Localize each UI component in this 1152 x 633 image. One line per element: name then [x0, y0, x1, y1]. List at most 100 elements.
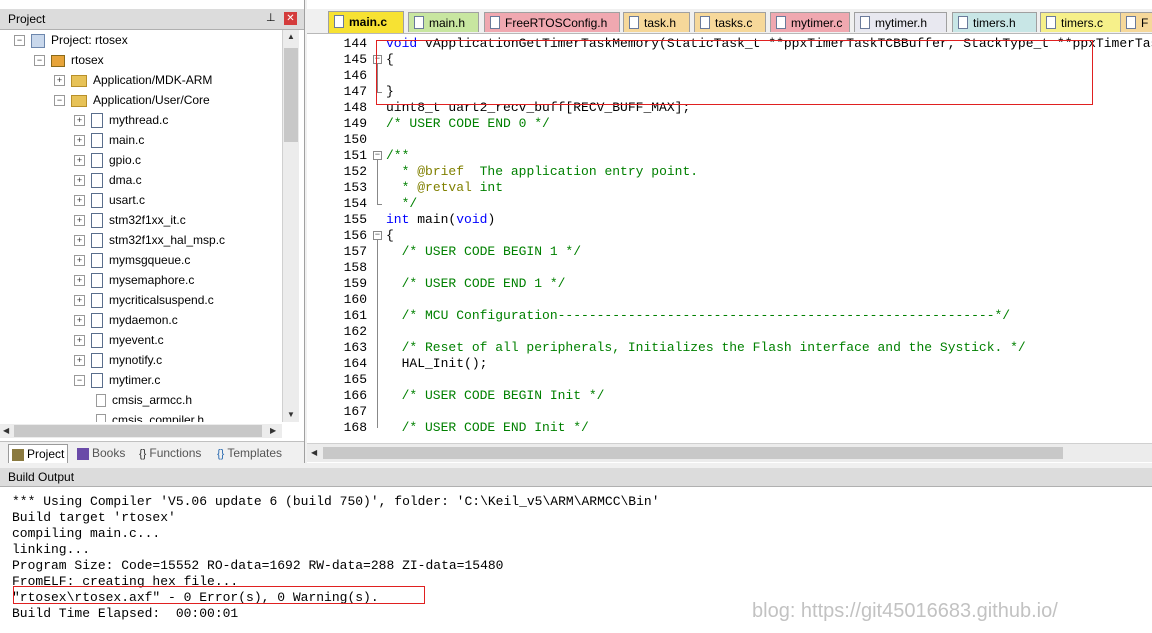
- code-line[interactable]: 156−{: [307, 228, 1152, 244]
- editor-tab[interactable]: main.c: [328, 11, 404, 33]
- code-line[interactable]: 162: [307, 324, 1152, 340]
- expand-icon[interactable]: +: [74, 355, 85, 367]
- code-line[interactable]: 151−/**: [307, 148, 1152, 164]
- tree-item[interactable]: + stm32f1xx_it.c: [74, 210, 186, 230]
- expand-icon[interactable]: +: [74, 235, 85, 247]
- expand-icon[interactable]: +: [74, 195, 85, 207]
- tree-item[interactable]: + mynotify.c: [74, 350, 162, 370]
- expand-icon[interactable]: +: [54, 75, 65, 87]
- scroll-right-icon[interactable]: ▶: [270, 426, 276, 435]
- bottom-tab-functions[interactable]: {} Functions: [136, 444, 204, 462]
- code-line[interactable]: 161 /* MCU Configuration----------------…: [307, 308, 1152, 324]
- fold-collapse-icon[interactable]: −: [373, 231, 382, 240]
- tree-item-label: Application/MDK-ARM: [93, 73, 213, 87]
- close-icon[interactable]: ✕: [284, 12, 297, 25]
- tree-item[interactable]: + mythread.c: [74, 110, 168, 130]
- build-output-line: compiling main.c...: [12, 526, 161, 541]
- tree-item[interactable]: + stm32f1xx_hal_msp.c: [74, 230, 225, 250]
- code-line[interactable]: 168 /* USER CODE END Init */: [307, 420, 1152, 436]
- tree-item[interactable]: + gpio.c: [74, 150, 141, 170]
- project-tab-icon: [12, 448, 24, 461]
- code-line[interactable]: 167: [307, 404, 1152, 420]
- code-token: main(: [409, 212, 457, 227]
- tree-item[interactable]: cmsis_armcc.h: [94, 390, 192, 410]
- editor-tab[interactable]: mytimer.c: [770, 12, 850, 32]
- expand-icon[interactable]: +: [74, 335, 85, 347]
- tree-item[interactable]: + dma.c: [74, 170, 142, 190]
- file-icon: [91, 153, 103, 169]
- code-line[interactable]: 157 /* USER CODE BEGIN 1 */: [307, 244, 1152, 260]
- scroll-down-icon[interactable]: ▼: [287, 410, 295, 419]
- tree-item[interactable]: − mytimer.c: [74, 370, 160, 390]
- code-line[interactable]: 166 /* USER CODE BEGIN Init */: [307, 388, 1152, 404]
- bottom-tab-project[interactable]: Project: [8, 444, 69, 463]
- tree-item[interactable]: + usart.c: [74, 190, 145, 210]
- bottom-tab-templates[interactable]: {} Templates: [214, 444, 285, 462]
- tree-item[interactable]: + Application/MDK-ARM: [54, 70, 212, 90]
- code-line[interactable]: 164 HAL_Init();: [307, 356, 1152, 372]
- tree-item[interactable]: − Application/User/Core: [54, 90, 210, 110]
- pin-icon[interactable]: ⊥: [266, 11, 276, 24]
- collapse-icon[interactable]: −: [14, 35, 25, 47]
- code-line[interactable]: 158: [307, 260, 1152, 276]
- tree-item[interactable]: + mycriticalsuspend.c: [74, 290, 214, 310]
- code-line[interactable]: 163 /* Reset of all peripherals, Initial…: [307, 340, 1152, 356]
- tree-item[interactable]: + mysemaphore.c: [74, 270, 194, 290]
- code-text: int main(void): [386, 212, 495, 228]
- expand-icon[interactable]: +: [74, 135, 85, 147]
- editor-tab[interactable]: FreeRTOSConfig.h: [484, 12, 620, 32]
- editor-tab[interactable]: mytimer.h: [854, 12, 947, 32]
- expand-icon[interactable]: +: [74, 315, 85, 327]
- expand-icon[interactable]: +: [74, 175, 85, 187]
- editor-tab[interactable]: timers.h: [952, 12, 1037, 32]
- editor-tab[interactable]: main.h: [408, 12, 479, 32]
- expand-icon[interactable]: +: [74, 295, 85, 307]
- line-number: 164: [343, 356, 367, 371]
- tree-item[interactable]: + myevent.c: [74, 330, 164, 350]
- scroll-left-icon[interactable]: ◀: [3, 426, 9, 435]
- file-icon: [958, 16, 968, 29]
- fold-collapse-icon[interactable]: −: [373, 151, 382, 160]
- code-line[interactable]: 154 */: [307, 196, 1152, 212]
- bottom-tab-books[interactable]: Books: [74, 444, 128, 462]
- tree-vertical-scroll-thumb[interactable]: [284, 48, 298, 142]
- code-line[interactable]: 165: [307, 372, 1152, 388]
- code-line[interactable]: 155 int main(void): [307, 212, 1152, 228]
- tree-item[interactable]: + main.c: [74, 130, 144, 150]
- tree-horizontal-scroll-thumb[interactable]: [14, 425, 262, 437]
- code-horizontal-scroll-thumb[interactable]: [323, 447, 1063, 459]
- scroll-left-icon[interactable]: ◀: [311, 448, 317, 457]
- code-horizontal-scrollbar[interactable]: ◀: [307, 443, 1152, 462]
- tree-item[interactable]: cmsis_compiler.h: [94, 410, 204, 422]
- code-line[interactable]: 159 /* USER CODE END 1 */: [307, 276, 1152, 292]
- code-token: /* USER CODE END Init */: [386, 420, 589, 435]
- tree-horizontal-scrollbar[interactable]: ◀ ▶: [0, 424, 282, 438]
- expand-icon[interactable]: +: [74, 115, 85, 127]
- editor-tab[interactable]: F: [1120, 12, 1152, 32]
- collapse-icon[interactable]: −: [74, 375, 85, 387]
- code-text: /* USER CODE BEGIN Init */: [386, 388, 605, 404]
- code-line[interactable]: 152 * @brief The application entry point…: [307, 164, 1152, 180]
- editor-tab[interactable]: task.h: [623, 12, 690, 32]
- editor-tab[interactable]: tasks.c: [694, 12, 766, 32]
- expand-icon[interactable]: +: [74, 275, 85, 287]
- expand-icon[interactable]: +: [74, 215, 85, 227]
- code-line[interactable]: 150: [307, 132, 1152, 148]
- editor-tab-label: mytimer.c: [791, 16, 843, 30]
- code-line[interactable]: 160: [307, 292, 1152, 308]
- tree-item[interactable]: − rtosex: [34, 50, 104, 70]
- line-number: 159: [343, 276, 367, 291]
- expand-icon[interactable]: +: [74, 255, 85, 267]
- tree-item[interactable]: + mydaemon.c: [74, 310, 178, 330]
- tree-item[interactable]: + mymsgqueue.c: [74, 250, 190, 270]
- header-file-icon: [96, 414, 106, 422]
- expand-icon[interactable]: +: [74, 155, 85, 167]
- editor-tab[interactable]: timers.c: [1040, 12, 1126, 32]
- collapse-icon[interactable]: −: [34, 55, 45, 67]
- collapse-icon[interactable]: −: [54, 95, 65, 107]
- tree-vertical-scrollbar[interactable]: ▲ ▼: [282, 30, 299, 422]
- code-line[interactable]: 153 * @retval int: [307, 180, 1152, 196]
- scroll-up-icon[interactable]: ▲: [287, 32, 295, 41]
- code-line[interactable]: 149 /* USER CODE END 0 */: [307, 116, 1152, 132]
- tree-item[interactable]: − Project: rtosex: [14, 30, 128, 50]
